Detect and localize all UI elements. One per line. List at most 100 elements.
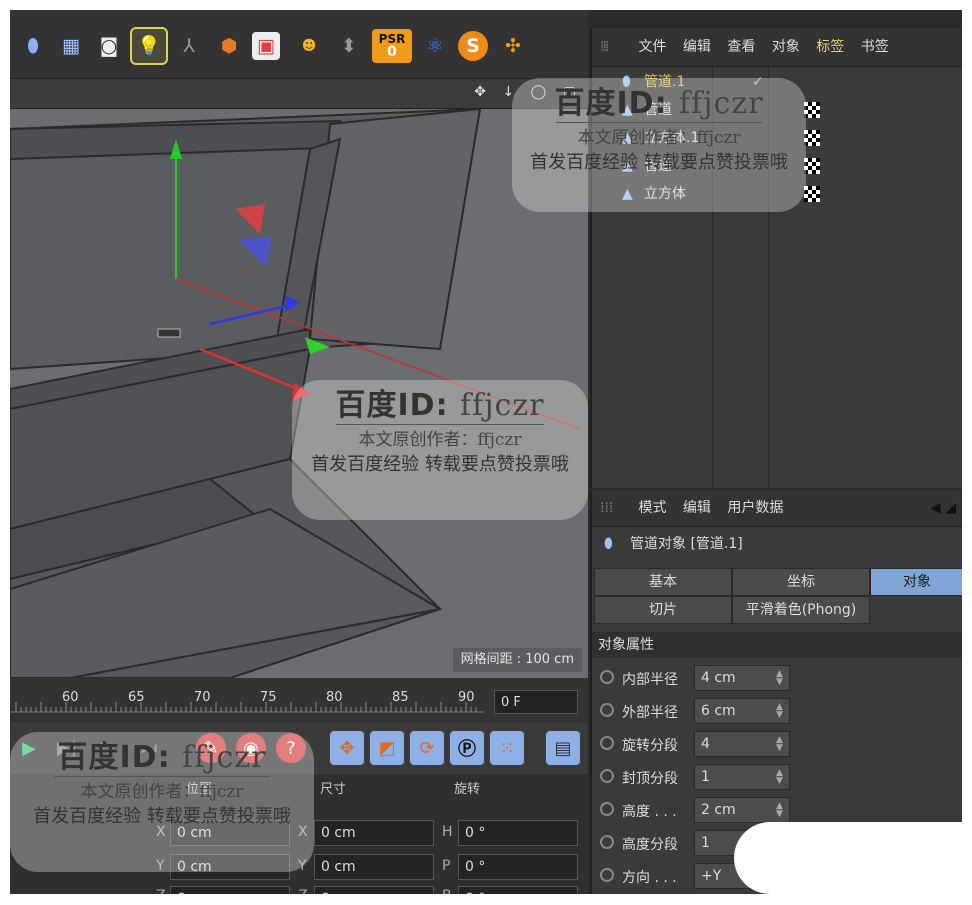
- menu-user-data[interactable]: 用户数据: [727, 500, 783, 516]
- film-icon[interactable]: ▤: [546, 731, 580, 765]
- light-bulb-icon[interactable]: 💡: [130, 27, 168, 65]
- figure-icon[interactable]: ⅄: [172, 29, 206, 63]
- menu-mode[interactable]: 模式: [638, 500, 666, 516]
- radio-icon[interactable]: [600, 802, 614, 816]
- grid-spacing-label: 网格间距 : 100 cm: [452, 648, 582, 672]
- menu-view[interactable]: 查看: [727, 39, 755, 55]
- phong-tag-icon[interactable]: [804, 186, 820, 202]
- prop-cap-segments: 封顶分段 1 ▲ ▼: [592, 761, 962, 794]
- spinner-icon[interactable]: ▲ ▼: [776, 703, 783, 720]
- pos-z-label: Z: [156, 888, 166, 894]
- spinner-icon[interactable]: ▲ ▼: [776, 670, 783, 687]
- occluding-blob: [734, 822, 962, 894]
- xyz-axis-icon[interactable]: ☻: [292, 29, 326, 63]
- menu-edit[interactable]: 编辑: [683, 500, 711, 516]
- panel-grip-icon[interactable]: ⁞⁞⁞: [600, 490, 622, 526]
- tab-coord[interactable]: 坐标: [732, 568, 870, 596]
- sphere-object-icon[interactable]: ⬮: [16, 29, 50, 63]
- tab-slice[interactable]: 切片: [594, 596, 732, 624]
- timeline-tick-label: 60: [62, 690, 79, 705]
- move-key-icon[interactable]: ✥: [330, 731, 364, 765]
- timeline[interactable]: 60 65 70 75 80 85 90 0 F: [10, 678, 588, 722]
- tab-phong[interactable]: 平滑着色(Phong): [732, 596, 870, 624]
- cube-deformer-icon[interactable]: ⬢: [212, 29, 246, 63]
- main-toolbar: ⬮ ▦ ◙ 💡 ⅄ ⬢ ▣ ☻ ⬍ PSR 0 ⚛ S ✣: [10, 10, 588, 79]
- watermark-line1: 本文原创作者：ffjczr: [358, 430, 522, 450]
- watermark-line2: 首发百度经验 转载要点赞投票哦: [33, 806, 291, 827]
- c4d-window: ⬮ ▦ ◙ 💡 ⅄ ⬢ ▣ ☻ ⬍ PSR 0 ⚛ S ✣ ✥ ↓ ◯ ▢ 网格…: [10, 10, 962, 894]
- radio-icon[interactable]: [600, 736, 614, 750]
- attribute-title-text: 管道对象 [管道.1]: [630, 536, 743, 552]
- prop-label: 方向 . . .: [622, 870, 677, 886]
- s-logo-icon[interactable]: S: [458, 31, 488, 61]
- psr-icon[interactable]: PSR 0: [372, 29, 412, 63]
- menu-object[interactable]: 对象: [772, 39, 800, 55]
- prop-rotation-segments: 旋转分段 4 ▲ ▼: [592, 728, 962, 761]
- scale-key-icon[interactable]: ◩: [370, 731, 404, 765]
- watermark-line2: 首发百度经验 转载要点赞投票哦: [311, 454, 569, 475]
- scene-icon[interactable]: ▣: [252, 32, 280, 60]
- radio-icon[interactable]: [600, 670, 614, 684]
- symmetry-icon[interactable]: ⬍: [332, 29, 366, 63]
- spinner-icon[interactable]: ▲ ▼: [776, 736, 783, 753]
- tube-object-icon: ⬮: [604, 536, 613, 552]
- menu-edit[interactable]: 编辑: [683, 39, 711, 55]
- menu-file[interactable]: 文件: [638, 39, 666, 55]
- pos-z-field[interactable]: 0 cm: [170, 886, 290, 894]
- param-key-icon[interactable]: Ⓟ: [450, 731, 484, 765]
- point-key-icon[interactable]: ⁙: [490, 731, 524, 765]
- rot-h-field[interactable]: 0 °: [458, 820, 578, 846]
- size-z-label: Z: [298, 888, 308, 894]
- timeline-tick-label: 75: [260, 690, 277, 705]
- rot-p-field[interactable]: 0 °: [458, 854, 578, 880]
- prop-label: 外部半径: [622, 705, 678, 721]
- watermark-id: ffjczr: [460, 388, 545, 423]
- prop-label: 封顶分段: [622, 771, 678, 787]
- rot-b-field[interactable]: 0 °: [458, 886, 578, 894]
- radio-icon[interactable]: [600, 835, 614, 849]
- spinner-icon[interactable]: ▲ ▼: [776, 802, 783, 819]
- radio-icon[interactable]: [600, 703, 614, 717]
- radio-icon[interactable]: [600, 769, 614, 783]
- watermark-id: ffjczr: [679, 86, 764, 121]
- spinner-icon[interactable]: ▲ ▼: [776, 769, 783, 786]
- timeline-ruler[interactable]: [10, 678, 484, 722]
- back-arrow-icon[interactable]: ◀ ◢: [930, 490, 956, 526]
- panel-grip-icon[interactable]: ⁞⁞⁞: [600, 28, 622, 66]
- size-x-field[interactable]: 0 cm: [314, 820, 434, 846]
- size-z-field[interactable]: 0 cm: [314, 886, 434, 894]
- watermark-line1: 本文原创作者：ffjczr: [577, 128, 741, 148]
- current-frame-field[interactable]: 0 F: [494, 690, 578, 714]
- watermark: 百度ID: ffjczr 本文原创作者：ffjczr 首发百度经验 转载要点赞投…: [512, 78, 806, 212]
- attribute-manager-menu: ⁞⁞⁞ 模式 编辑 用户数据 ◀ ◢: [592, 490, 962, 527]
- timeline-tick-label: 65: [128, 690, 145, 705]
- timeline-tick-label: 70: [194, 690, 211, 705]
- molecule-icon[interactable]: ⚛: [418, 29, 452, 63]
- radio-icon[interactable]: [600, 868, 614, 882]
- psr-value: 0: [387, 44, 397, 60]
- timeline-tick-label: 80: [326, 690, 343, 705]
- size-header: 尺寸: [320, 782, 347, 797]
- rotate-key-icon[interactable]: ⟳: [410, 731, 444, 765]
- phong-tag-icon[interactable]: [804, 158, 820, 174]
- tab-object[interactable]: 对象: [870, 568, 962, 596]
- attribute-title: ⬮ 管道对象 [管道.1]: [592, 527, 962, 561]
- watermark-brand: 百度ID:: [335, 388, 449, 423]
- menu-tags[interactable]: 标签: [816, 39, 844, 55]
- watermark-line1: 本文原创作者：ffjczr: [80, 782, 244, 802]
- prop-label: 高度分段: [622, 837, 678, 853]
- phong-tag-icon[interactable]: [804, 102, 820, 118]
- timeline-tick-label: 85: [392, 690, 409, 705]
- tab-basic[interactable]: 基本: [594, 568, 732, 596]
- watermark-brand: 百度ID:: [554, 86, 668, 121]
- watermark-brand: 百度ID:: [57, 740, 171, 775]
- camera-icon[interactable]: ◙: [92, 29, 126, 63]
- size-y-field[interactable]: 0 cm: [314, 854, 434, 880]
- menu-bookmarks[interactable]: 书签: [861, 39, 889, 55]
- phong-tag-icon[interactable]: [804, 130, 820, 146]
- prop-label: 旋转分段: [622, 738, 678, 754]
- floor-grid-icon[interactable]: ▦: [54, 29, 88, 63]
- watermark: 百度ID: ffjczr 本文原创作者：ffjczr 首发百度经验 转载要点赞投…: [292, 380, 588, 520]
- top-menu-strip: [10, 10, 588, 26]
- explode-icon[interactable]: ✣: [496, 29, 530, 63]
